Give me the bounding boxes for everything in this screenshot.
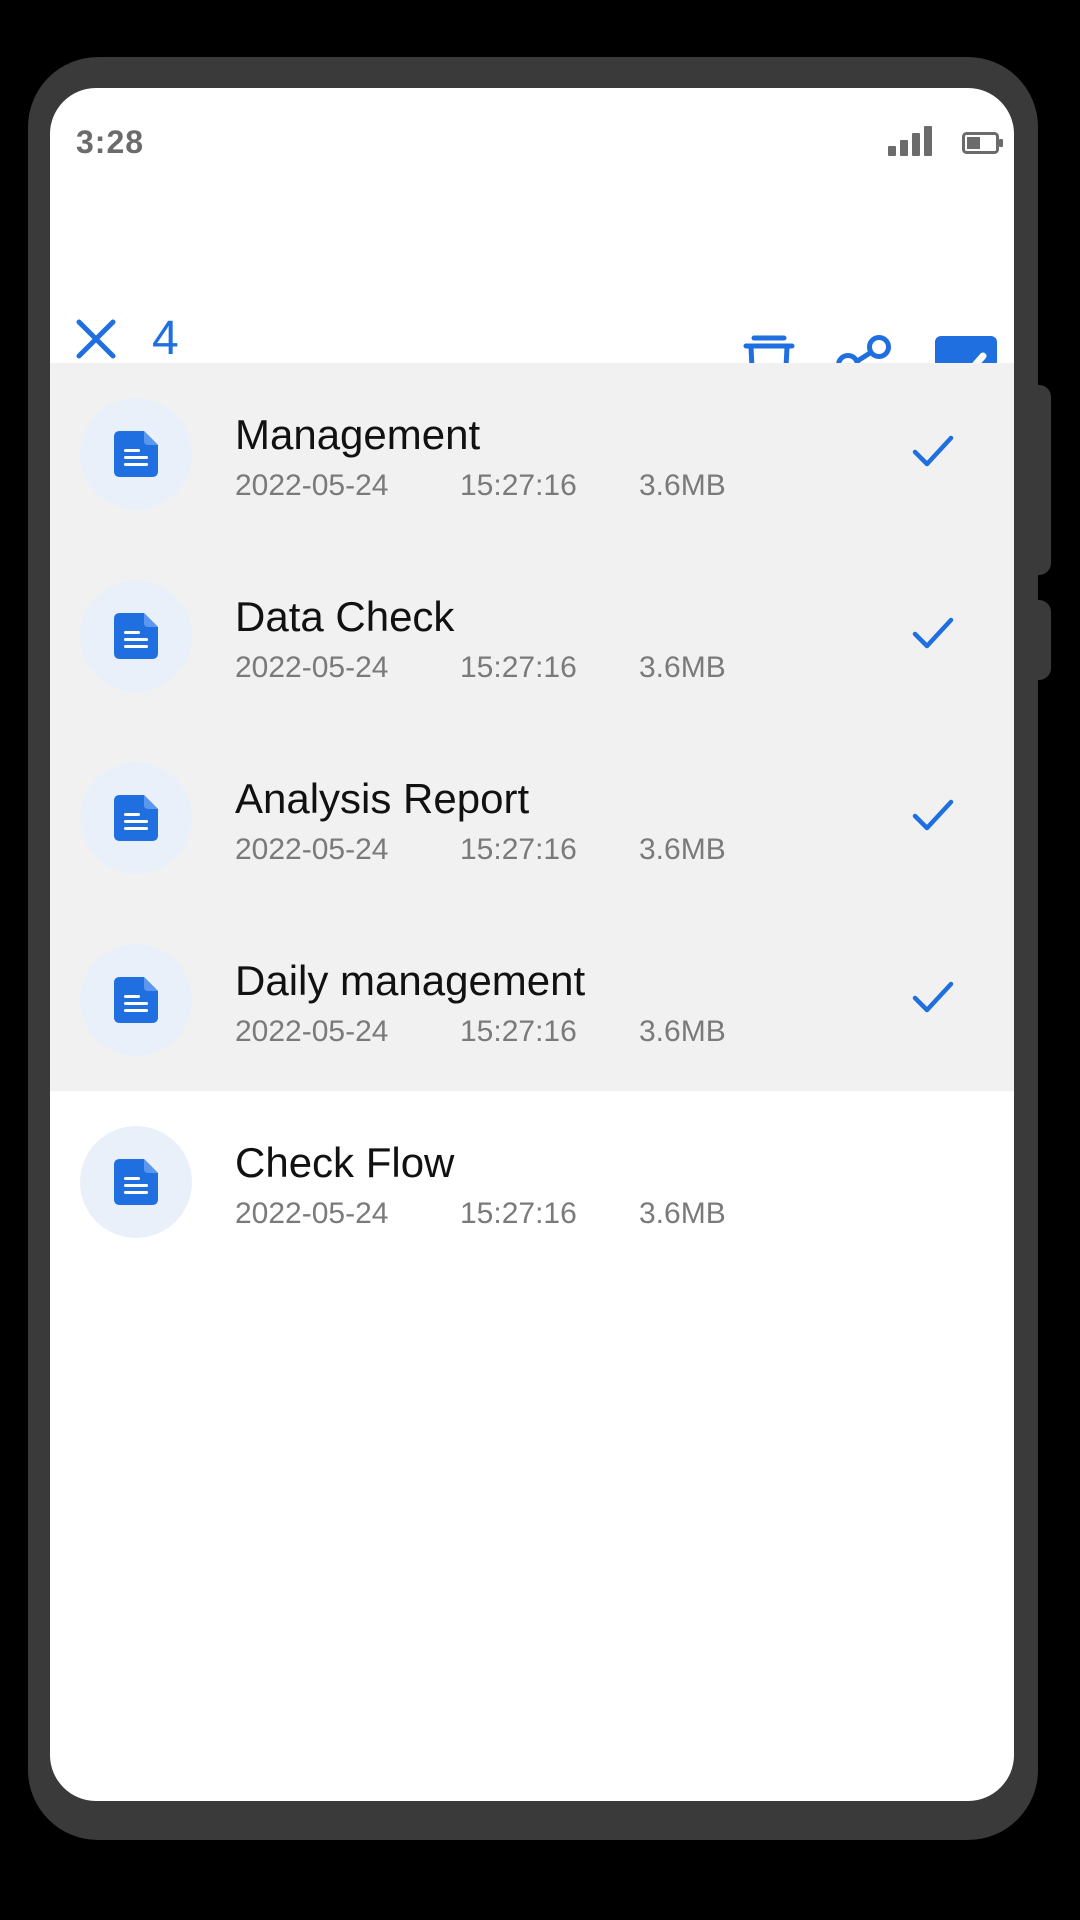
status-time: 3:28 <box>76 124 145 160</box>
file-icon-circle <box>80 762 192 874</box>
check-icon <box>912 435 954 467</box>
file-date: 2022-05-24 <box>235 1015 389 1048</box>
selection-toolbar: 4 <box>50 198 1014 398</box>
file-name: Data Check <box>235 593 455 640</box>
selected-count: 4 <box>152 312 179 365</box>
file-time: 15:27:16 <box>460 1015 577 1048</box>
file-name: Daily management <box>235 957 586 1004</box>
document-icon <box>114 1159 158 1205</box>
file-size: 3.6MB <box>639 833 726 866</box>
file-size: 3.6MB <box>639 1015 726 1048</box>
file-list: Management 2022-05-24 15:27:16 3.6MB Dat… <box>50 363 1014 1273</box>
file-time: 15:27:16 <box>460 651 577 684</box>
file-list-item[interactable]: Data Check 2022-05-24 15:27:16 3.6MB <box>50 545 1014 727</box>
battery-icon <box>962 132 1003 154</box>
document-icon <box>114 795 158 841</box>
file-size: 3.6MB <box>639 469 726 502</box>
file-time: 15:27:16 <box>460 833 577 866</box>
file-icon-circle <box>80 580 192 692</box>
status-bar: 3:28 <box>50 88 1014 198</box>
cellular-signal-icon <box>888 126 932 156</box>
file-date: 2022-05-24 <box>235 469 389 502</box>
file-list-item[interactable]: Analysis Report 2022-05-24 15:27:16 3.6M… <box>50 727 1014 909</box>
file-list-item[interactable]: Check Flow 2022-05-24 15:27:16 3.6MB <box>50 1091 1014 1273</box>
file-time: 15:27:16 <box>460 469 577 502</box>
power-button <box>1028 385 1051 575</box>
file-date: 2022-05-24 <box>235 651 389 684</box>
document-icon <box>114 431 158 477</box>
check-icon <box>912 617 954 649</box>
check-icon <box>912 799 954 831</box>
document-icon <box>114 977 158 1023</box>
file-icon-circle <box>80 398 192 510</box>
file-date: 2022-05-24 <box>235 1197 389 1230</box>
file-name: Management <box>235 411 481 458</box>
close-icon[interactable] <box>70 313 122 365</box>
document-icon <box>114 613 158 659</box>
file-name: Analysis Report <box>235 775 530 822</box>
file-time: 15:27:16 <box>460 1197 577 1230</box>
file-list-item[interactable]: Daily management 2022-05-24 15:27:16 3.6… <box>50 909 1014 1091</box>
file-list-item[interactable]: Management 2022-05-24 15:27:16 3.6MB <box>50 363 1014 545</box>
file-icon-circle <box>80 1126 192 1238</box>
file-icon-circle <box>80 944 192 1056</box>
volume-button <box>1028 600 1051 680</box>
check-icon <box>912 981 954 1013</box>
file-size: 3.6MB <box>639 651 726 684</box>
file-name: Check Flow <box>235 1139 455 1186</box>
screen: 3:28 4 Management 2022-05-24 15:27:16 3.… <box>50 88 1014 1801</box>
file-size: 3.6MB <box>639 1197 726 1230</box>
file-date: 2022-05-24 <box>235 833 389 866</box>
